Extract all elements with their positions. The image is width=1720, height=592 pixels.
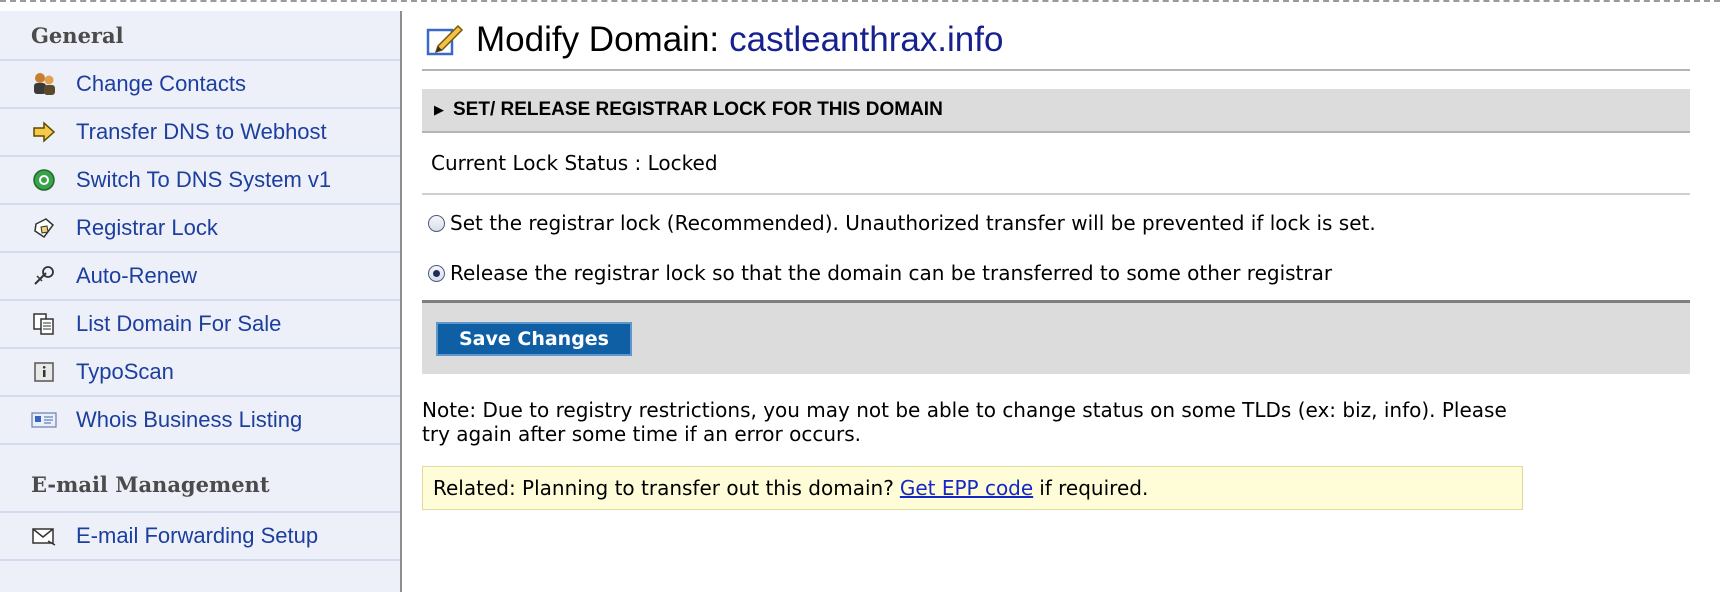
auto-renew-icon	[30, 262, 58, 290]
sidebar-section-email-management: E-mail Management	[0, 457, 400, 513]
section-header-label: SET/ RELEASE REGISTRAR LOCK FOR THIS DOM…	[453, 99, 943, 120]
related-prefix: Related: Planning to transfer out this d…	[433, 476, 894, 500]
top-dashed-border	[0, 0, 1720, 2]
radio-selected-dot	[433, 269, 440, 277]
option-set-lock-label: Set the registrar lock (Recommended). Un…	[450, 211, 1376, 235]
sidebar-item-label: Switch To DNS System v1	[76, 167, 332, 192]
people-icon	[30, 70, 58, 98]
sidebar-item-change-contacts[interactable]: Change Contacts	[0, 61, 400, 109]
sidebar-item-label: TypoScan	[76, 359, 174, 384]
main-content: Modify Domain: castleanthrax.info ▶ SET/…	[422, 11, 1690, 510]
radio-release-lock[interactable]	[428, 264, 445, 282]
envelope-icon	[30, 522, 58, 550]
sidebar-item-label: Registrar Lock	[76, 215, 218, 240]
option-set-lock[interactable]: Set the registrar lock (Recommended). Un…	[422, 198, 1690, 248]
sidebar-item-label: Auto-Renew	[76, 263, 198, 288]
documents-icon	[30, 310, 58, 338]
sidebar-item-registrar-lock[interactable]: Registrar Lock	[0, 205, 400, 253]
sidebar-item-label: E-mail Forwarding Setup	[76, 523, 319, 548]
sidebar-item-typoscan[interactable]: TypoScan	[0, 349, 400, 397]
sidebar: General Change Contacts Transfer DNS to …	[0, 11, 402, 592]
sidebar-item-list-domain-for-sale[interactable]: List Domain For Sale	[0, 301, 400, 349]
sidebar-item-auto-renew[interactable]: Auto-Renew	[0, 253, 400, 301]
radio-set-lock[interactable]	[428, 214, 445, 232]
option-release-lock-label: Release the registrar lock so that the d…	[450, 261, 1333, 285]
sidebar-section-general: General	[0, 11, 400, 61]
section-header[interactable]: ▶ SET/ RELEASE REGISTRAR LOCK FOR THIS D…	[422, 89, 1690, 133]
sidebar-item-transfer-dns[interactable]: Transfer DNS to Webhost	[0, 109, 400, 157]
page-title-domain: castleanthrax.info	[729, 20, 1004, 59]
sidebar-item-switch-dns[interactable]: Switch To DNS System v1	[0, 157, 400, 205]
sidebar-item-label: Transfer DNS to Webhost	[76, 119, 327, 144]
sidebar-item-label: Change Contacts	[76, 71, 246, 96]
sidebar-item-label: Whois Business Listing	[76, 407, 303, 432]
get-epp-code-link[interactable]: Get EPP code	[900, 476, 1033, 500]
save-button[interactable]: Save Changes	[436, 321, 632, 356]
option-release-lock[interactable]: Release the registrar lock so that the d…	[422, 248, 1690, 298]
page-title: Modify Domain: castleanthrax.info	[422, 11, 1690, 71]
info-box-icon	[30, 358, 58, 386]
sidebar-item-whois-business-listing[interactable]: Whois Business Listing	[0, 397, 400, 445]
business-card-icon	[30, 406, 58, 434]
related-suffix: if required.	[1039, 476, 1149, 500]
registry-note: Note: Due to registry restrictions, you …	[422, 398, 1507, 446]
related-box: Related: Planning to transfer out this d…	[422, 466, 1523, 510]
arrow-right-icon	[30, 118, 58, 146]
page-title-prefix: Modify Domain:	[476, 20, 720, 59]
sidebar-item-label: List Domain For Sale	[76, 311, 282, 336]
green-switch-icon	[30, 166, 58, 194]
edit-pencil-icon	[424, 20, 464, 60]
action-bar: Save Changes	[422, 300, 1690, 374]
lock-icon	[30, 214, 58, 242]
triangle-right-icon: ▶	[434, 102, 444, 118]
lock-status: Current Lock Status : Locked	[422, 133, 1690, 195]
sidebar-item-email-forwarding[interactable]: E-mail Forwarding Setup	[0, 513, 400, 561]
